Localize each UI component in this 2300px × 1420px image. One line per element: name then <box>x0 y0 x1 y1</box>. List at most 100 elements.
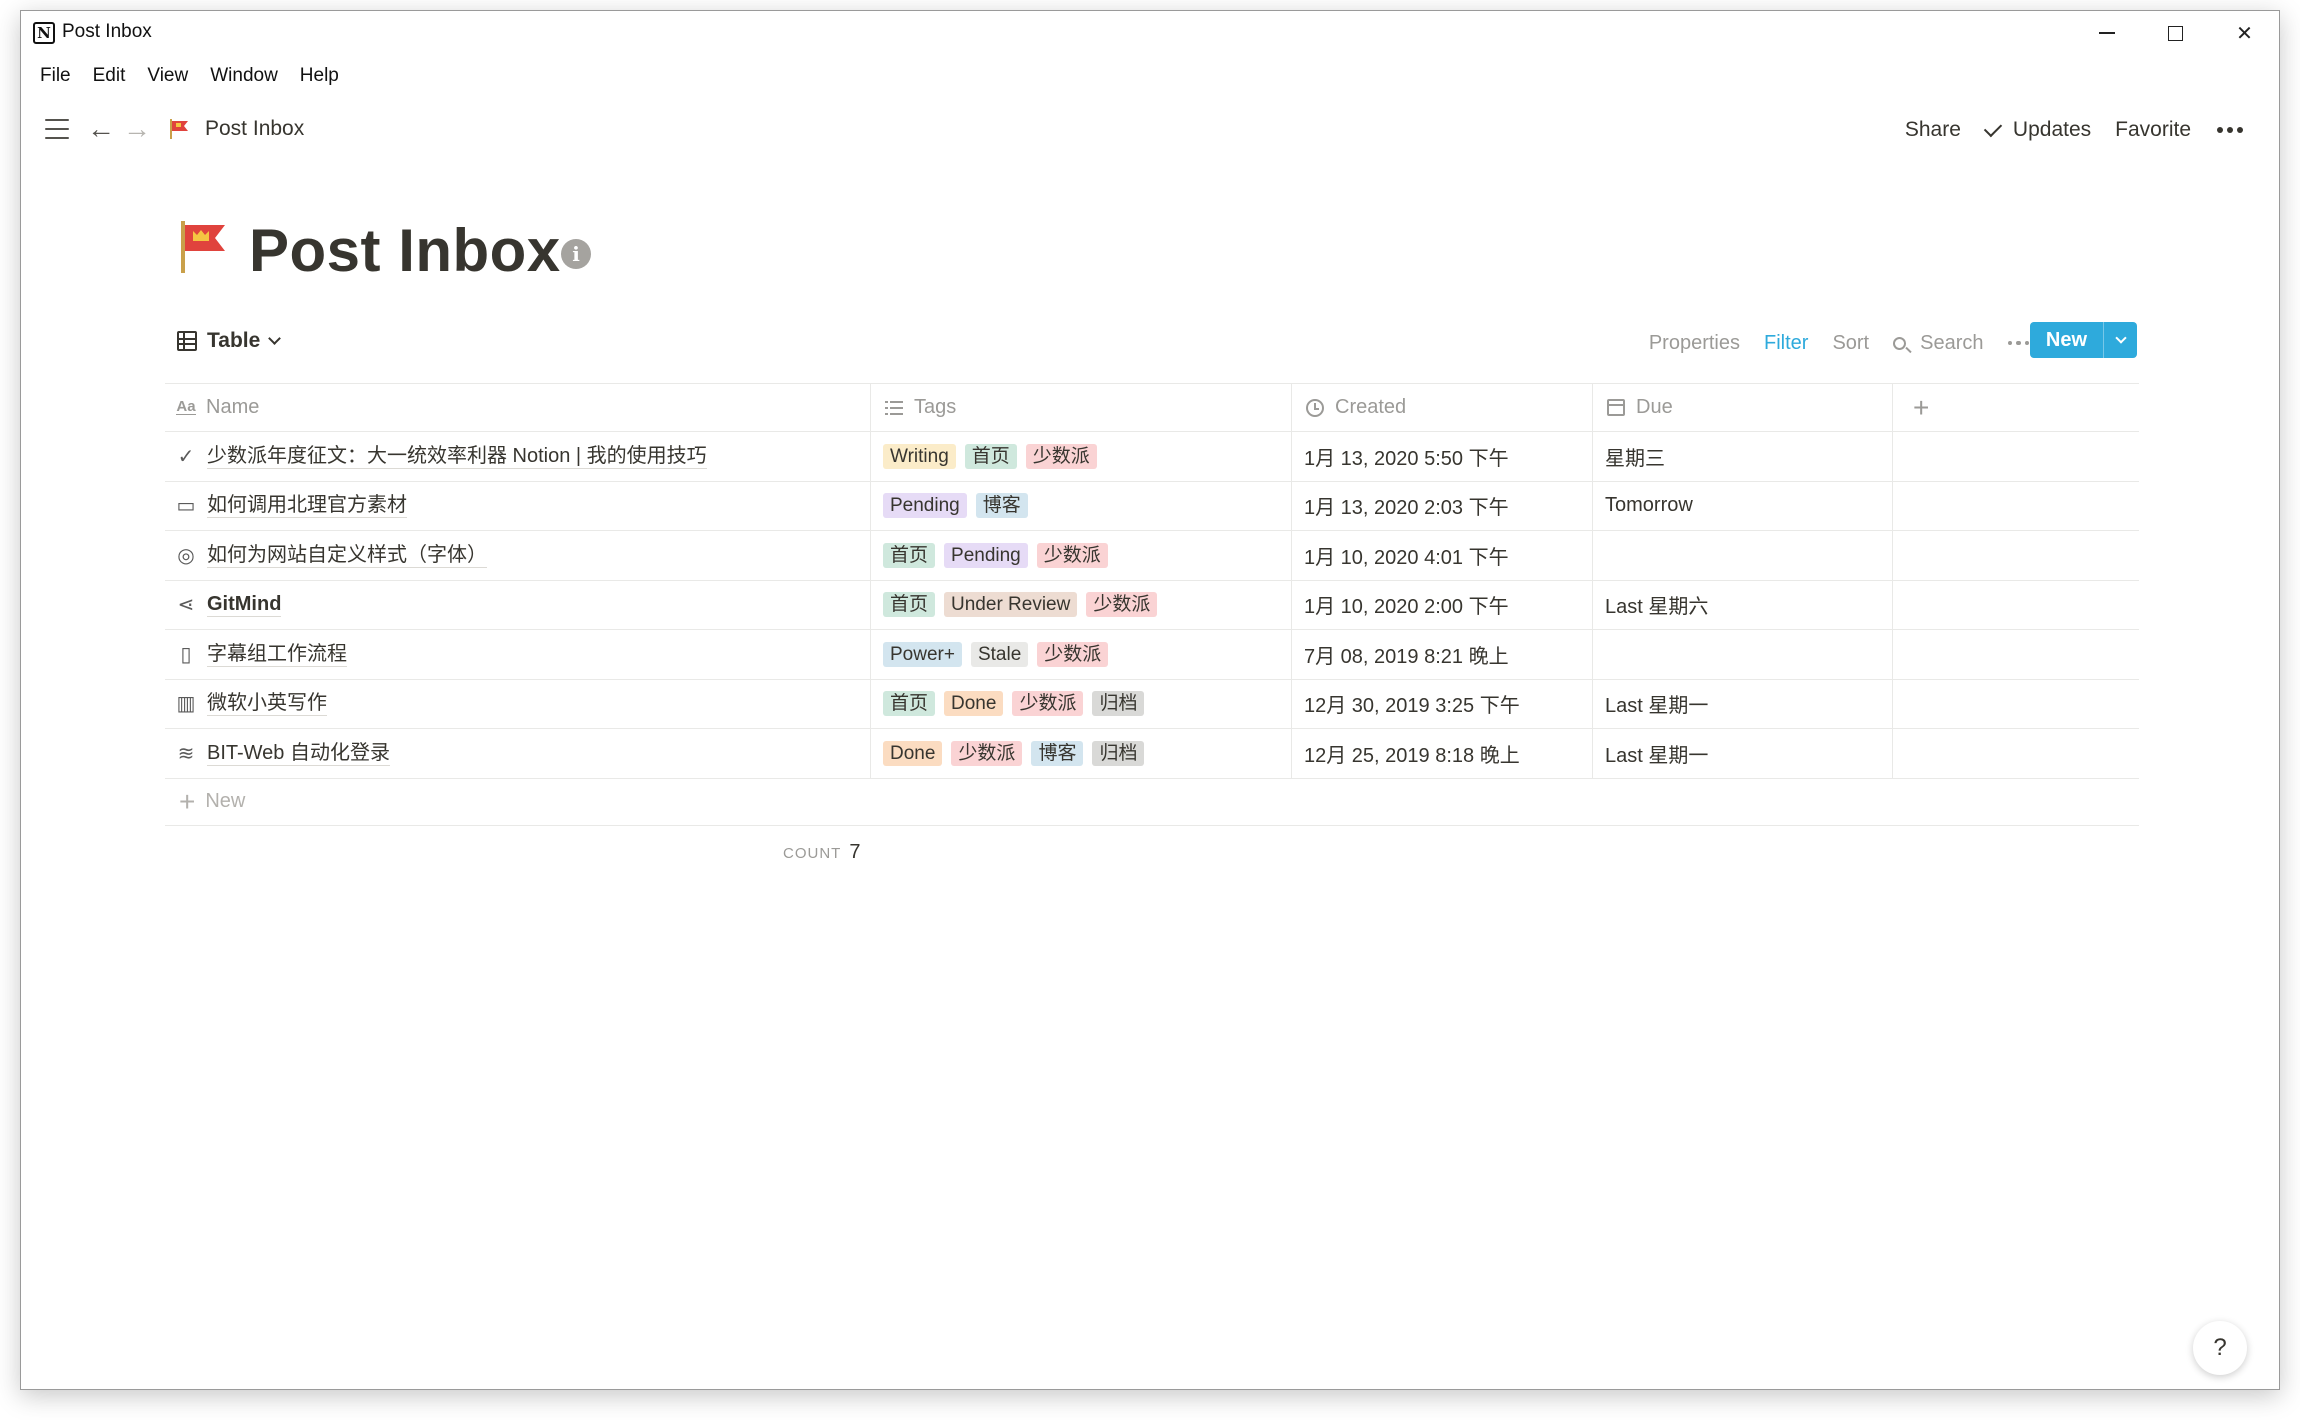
table-view-icon <box>177 331 197 351</box>
name-cell[interactable]: ⋖ GitMind <box>165 580 871 629</box>
title-bar: N Post Inbox ✕ <box>21 11 2279 55</box>
name-cell[interactable]: ≋ BIT-Web 自动化登录 <box>165 729 871 778</box>
column-header-created[interactable]: Created <box>1292 384 1593 431</box>
window-controls: ✕ <box>2072 11 2279 55</box>
name-cell[interactable]: ✓ 少数派年度征文：大一统效率利器 Notion | 我的使用技巧 <box>165 432 871 481</box>
column-header-tags[interactable]: Tags <box>871 384 1292 431</box>
menu-window[interactable]: Window <box>199 63 289 89</box>
name-cell[interactable]: ▭ 如何调用北理官方素材 <box>165 481 871 530</box>
new-dropdown-button[interactable] <box>2103 322 2137 358</box>
tags-cell[interactable]: Done 少数派 博客 归档 <box>871 729 1292 778</box>
created-cell[interactable]: 12月 30, 2019 3:25 下午 <box>1292 679 1593 728</box>
created-cell[interactable]: 1月 13, 2020 2:03 下午 <box>1292 481 1593 530</box>
name-cell[interactable]: ▯ 字幕组工作流程 <box>165 630 871 679</box>
row-title[interactable]: 如何为网站自定义样式（字体） <box>207 543 487 568</box>
view-switcher[interactable]: Table <box>177 329 282 353</box>
share-button[interactable]: Share <box>1893 115 1973 145</box>
created-cell[interactable]: 12月 25, 2019 8:18 晚上 <box>1292 729 1593 778</box>
menu-view[interactable]: View <box>136 63 199 89</box>
more-options-icon[interactable] <box>2203 127 2257 133</box>
favorite-button[interactable]: Favorite <box>2103 115 2203 145</box>
due-cell[interactable]: Last 星期一 <box>1593 679 1893 728</box>
back-arrow-icon[interactable]: ← <box>87 115 115 143</box>
page-title[interactable]: Post Inbox <box>249 216 561 285</box>
table-row[interactable]: ▯ 字幕组工作流程 Power+ Stale 少数派 7月 08, 2019 8:2… <box>165 630 2139 680</box>
due-cell[interactable]: Last 星期一 <box>1593 729 1893 778</box>
tags-cell[interactable]: 首页 Done 少数派 归档 <box>871 679 1292 728</box>
row-title[interactable]: BIT-Web 自动化登录 <box>207 741 390 766</box>
created-cell[interactable]: 1月 10, 2020 2:00 下午 <box>1292 580 1593 629</box>
help-button[interactable]: ? <box>2193 1321 2247 1375</box>
due-cell[interactable]: Tomorrow <box>1593 481 1893 530</box>
menu-file[interactable]: File <box>29 63 82 89</box>
row-title[interactable]: GitMind <box>207 592 282 618</box>
table-header: Aa Name Tags Created Due + <box>165 383 2139 432</box>
tags-cell[interactable]: 首页 Pending 少数派 <box>871 531 1292 580</box>
breadcrumb-title[interactable]: Post Inbox <box>205 117 304 141</box>
created-cell[interactable]: 7月 08, 2019 8:21 晚上 <box>1292 630 1593 679</box>
tags-cell[interactable]: Pending 博客 <box>871 481 1292 530</box>
sidebar-toggle-icon[interactable] <box>45 119 69 139</box>
properties-button[interactable]: Properties <box>1637 327 1752 359</box>
new-row-button[interactable]: + New <box>165 779 2139 826</box>
tag-badge: 归档 <box>1092 691 1145 717</box>
tag-badge: 少数派 <box>951 740 1023 766</box>
multiselect-property-icon <box>883 397 905 419</box>
close-button[interactable]: ✕ <box>2210 11 2279 55</box>
name-cell[interactable]: ◎ 如何为网站自定义样式（字体） <box>165 531 871 580</box>
table-row[interactable]: ≋ BIT-Web 自动化登录 Done 少数派 博客 归档 12月 25, 2019… <box>165 729 2139 779</box>
tag-badge: Pending <box>883 493 967 519</box>
column-header-due[interactable]: Due <box>1593 384 1893 431</box>
table-row[interactable]: ✓ 少数派年度征文：大一统效率利器 Notion | 我的使用技巧 Writin… <box>165 432 2139 482</box>
tag-badge: Done <box>944 691 1004 717</box>
updates-label: Updates <box>2012 118 2092 141</box>
column-header-name[interactable]: Aa Name <box>165 384 871 431</box>
table-row[interactable]: ▭ 如何调用北理官方素材 Pending 博客 1月 13, 2020 2:03 … <box>165 481 2139 531</box>
archive-icon: ▭ <box>176 495 196 518</box>
clock-icon <box>1304 397 1326 419</box>
sort-button[interactable]: Sort <box>1820 327 1881 359</box>
new-button[interactable]: New <box>2030 322 2103 358</box>
empty-cell <box>1893 482 2139 531</box>
menu-edit[interactable]: Edit <box>82 63 137 89</box>
due-cell[interactable] <box>1593 630 1893 679</box>
name-cell[interactable]: ▥ 微软小英写作 <box>165 679 871 728</box>
tag-badge: 少数派 <box>1037 641 1109 667</box>
table-row[interactable]: ◎ 如何为网站自定义样式（字体） 首页 Pending 少数派 1月 10, 202… <box>165 531 2139 581</box>
row-title[interactable]: 如何调用北理官方素材 <box>207 493 407 519</box>
table-row[interactable]: ▥ 微软小英写作 首页 Done 少数派 归档 12月 30, 2019 3:25 下… <box>165 679 2139 729</box>
search-button[interactable]: Search <box>1881 327 1995 359</box>
row-title[interactable]: 字幕组工作流程 <box>207 642 347 667</box>
minimize-button[interactable] <box>2072 11 2141 55</box>
row-title[interactable]: 微软小英写作 <box>207 691 327 717</box>
forward-arrow-icon[interactable]: → <box>123 115 151 143</box>
tags-cell[interactable]: 首页 Under Review 少数派 <box>871 580 1292 629</box>
created-cell[interactable]: 1月 13, 2020 5:50 下午 <box>1292 432 1593 481</box>
due-cell[interactable] <box>1593 531 1893 580</box>
updates-button[interactable]: Updates <box>1973 115 2103 145</box>
plus-icon: + <box>179 785 196 817</box>
filter-button[interactable]: Filter <box>1752 327 1820 359</box>
breadcrumb-flag-icon <box>170 119 188 139</box>
menu-help[interactable]: Help <box>289 63 350 89</box>
new-row-label: New <box>205 790 246 812</box>
due-cell[interactable]: Last 星期六 <box>1593 580 1893 629</box>
created-value: 1月 13, 2020 5:50 下午 <box>1304 447 1509 470</box>
count-summary[interactable]: COUNT 7 <box>783 841 860 864</box>
document-icon: ▯ <box>180 643 192 666</box>
calendar-icon <box>1605 397 1627 419</box>
row-title[interactable]: 少数派年度征文：大一统效率利器 Notion | 我的使用技巧 <box>207 444 707 469</box>
created-value: 7月 08, 2019 8:21 晚上 <box>1304 645 1509 668</box>
due-cell[interactable]: 星期三 <box>1593 432 1893 481</box>
table-row[interactable]: ⋖ GitMind 首页 Under Review 少数派 1月 10, 2020 … <box>165 580 2139 630</box>
info-icon[interactable]: i <box>561 239 591 269</box>
created-cell[interactable]: 1月 10, 2020 4:01 下午 <box>1292 531 1593 580</box>
app-window: N Post Inbox ✕ File Edit View Window Hel… <box>20 10 2280 1390</box>
window-title: Post Inbox <box>62 21 152 42</box>
column-label: Tags <box>914 396 957 418</box>
maximize-button[interactable] <box>2141 11 2210 55</box>
tags-cell[interactable]: Power+ Stale 少数派 <box>871 630 1292 679</box>
created-value: 1月 10, 2020 4:01 下午 <box>1304 546 1509 569</box>
add-property-button[interactable]: + <box>1893 384 2139 431</box>
tags-cell[interactable]: Writing 首页 少数派 <box>871 432 1292 481</box>
